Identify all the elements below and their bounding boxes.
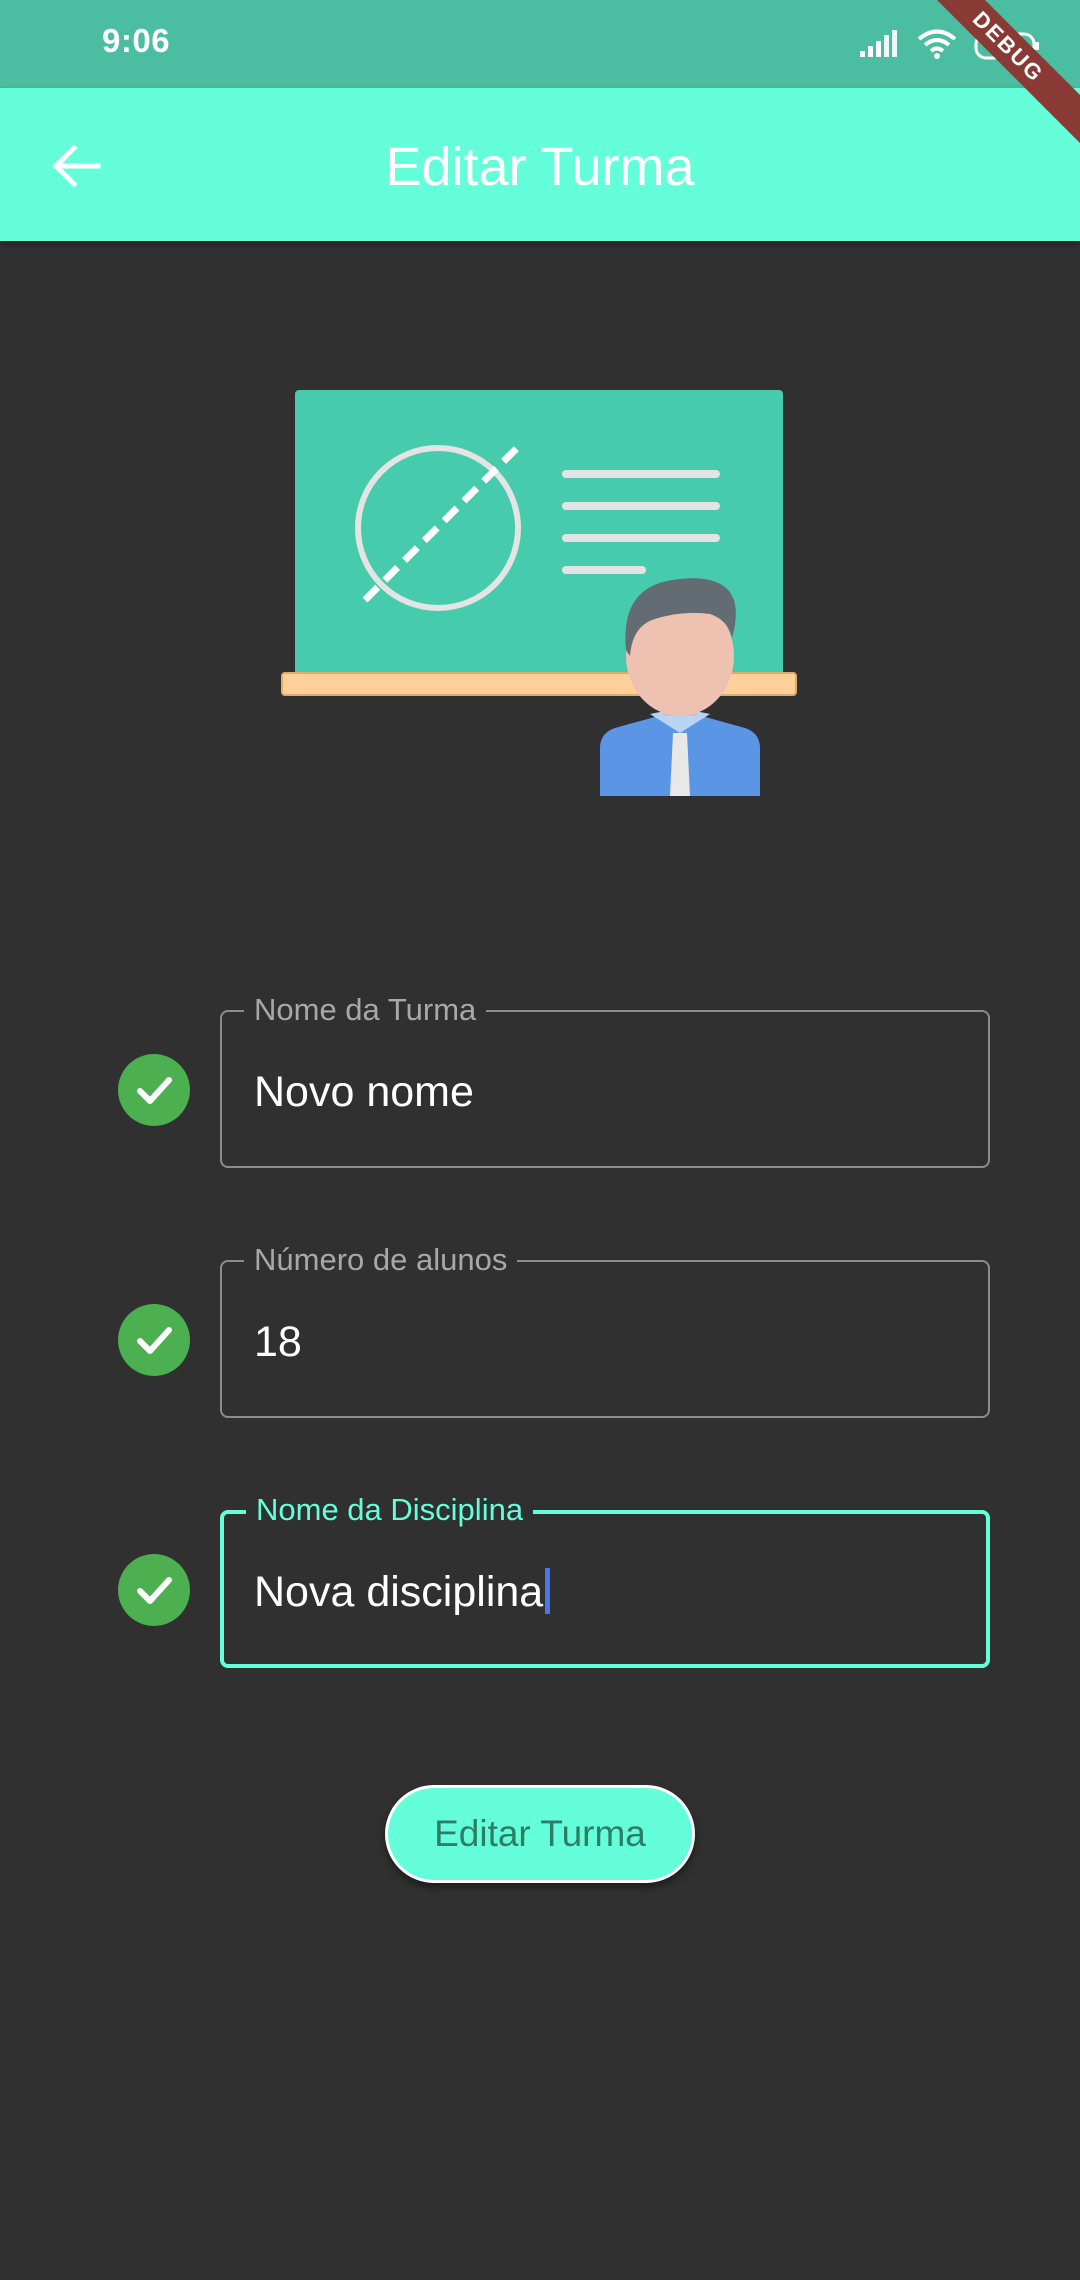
class-name-value: Novo nome xyxy=(254,1068,474,1116)
student-count-value: 18 xyxy=(254,1318,302,1366)
check-circle-icon xyxy=(118,1054,190,1126)
class-name-label: Nome da Turma xyxy=(244,992,487,1028)
app-bar: Editar Turma xyxy=(0,88,1080,241)
subject-name-label: Nome da Disciplina xyxy=(246,1492,534,1528)
class-name-field[interactable]: Nome da Turma Novo nome xyxy=(220,992,990,1168)
subject-name-field[interactable]: Nome da Disciplina Nova disciplina xyxy=(220,1492,990,1668)
page-title: Editar Turma xyxy=(385,137,695,197)
check-circle-icon xyxy=(118,1304,190,1376)
student-count-field[interactable]: Número de alunos 18 xyxy=(220,1242,990,1418)
text-caret xyxy=(545,1568,551,1614)
check-circle-icon xyxy=(118,1554,190,1626)
status-bar: 9:06 96 xyxy=(0,0,1080,88)
teacher-illustration xyxy=(280,388,800,798)
status-time: 9:06 xyxy=(102,22,171,59)
signal-icon xyxy=(858,29,900,64)
subject-name-value: Nova disciplina xyxy=(254,1568,544,1616)
wifi-icon xyxy=(916,28,958,65)
edit-class-button[interactable]: Editar Turma xyxy=(385,1785,695,1883)
student-count-label: Número de alunos xyxy=(244,1242,518,1278)
subject-name-input[interactable]: Nova disciplina xyxy=(254,1564,551,1620)
